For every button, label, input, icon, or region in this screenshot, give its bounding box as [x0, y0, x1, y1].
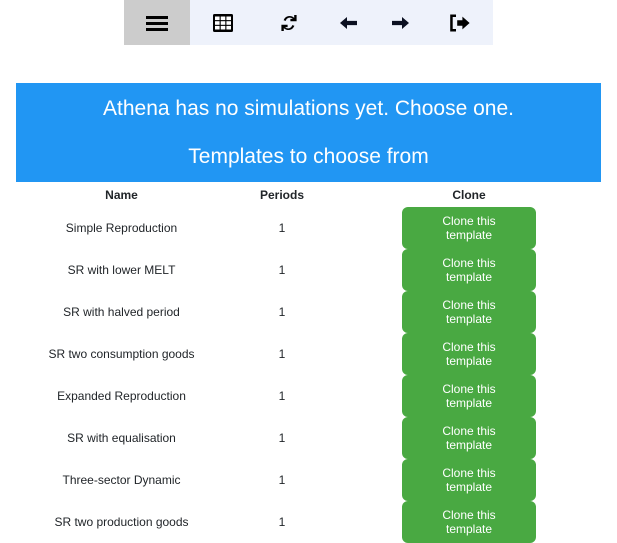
template-periods-cell: 1 [278, 431, 286, 445]
template-clone-cell: Clone this template [337, 249, 601, 291]
forward-button[interactable] [375, 0, 427, 45]
template-periods-cell: 1 [278, 263, 286, 277]
template-periods-cell: 1 [278, 515, 286, 529]
template-periods-cell: 1 [278, 305, 286, 319]
table-row: SR with halved period 1 Clone this templat… [16, 291, 601, 333]
template-name-cell: SR with halved period [63, 305, 180, 319]
template-periods-cell: 1 [278, 389, 286, 403]
table-head: Name Periods Clone [16, 182, 601, 207]
clone-template-button[interactable]: Clone this template [402, 249, 536, 291]
template-clone-cell: Clone this template [337, 333, 601, 375]
template-clone-cell: Clone this template [337, 501, 601, 543]
column-header-name: Name [105, 188, 138, 202]
template-name-cell: Simple Reproduction [65, 221, 178, 235]
column-header-clone: Clone [452, 188, 486, 202]
template-name-cell: Three-sector Dynamic [62, 473, 181, 487]
table-header-row: Name Periods Clone [16, 182, 601, 207]
template-periods-cell: 1 [278, 473, 286, 487]
refresh-button[interactable] [256, 0, 322, 45]
template-clone-cell: Clone this template [337, 291, 601, 333]
template-name-cell: Expanded Reproduction [57, 389, 186, 403]
back-button[interactable] [322, 0, 374, 45]
empty-state-banner: Athena has no simulations yet. Choose on… [16, 83, 601, 182]
table-row: SR with lower MELT 1 Clone this template [16, 249, 601, 291]
template-clone-cell: Clone this template [337, 207, 601, 249]
template-name-cell: SR two consumption goods [48, 347, 195, 361]
arrow-right-icon [390, 14, 412, 32]
logout-button[interactable] [427, 0, 493, 45]
template-clone-cell: Clone this template [337, 417, 601, 459]
template-name-cell: SR with equalisation [67, 431, 176, 445]
banner-headline: Athena has no simulations yet. Choose on… [103, 96, 514, 120]
grid-icon [212, 13, 234, 33]
clone-template-button[interactable]: Clone this template [402, 417, 536, 459]
table-row: Expanded Reproduction 1 Clone this templat… [16, 375, 601, 417]
templates-table: Name Periods Clone Simple Reproduction 1 C… [16, 182, 601, 543]
clone-template-button[interactable]: Clone this template [402, 459, 536, 501]
clone-template-button[interactable]: Clone this template [402, 291, 536, 333]
clone-template-button[interactable]: Clone this template [402, 501, 536, 543]
refresh-icon [277, 11, 301, 35]
template-periods-cell: 1 [278, 347, 286, 361]
grid-view-button[interactable] [190, 0, 256, 45]
table-body: Simple Reproduction 1 Clone this template S… [16, 207, 601, 543]
table-row: SR two consumption goods 1 Clone this temp… [16, 333, 601, 375]
column-header-periods: Periods [259, 188, 304, 202]
table-row: SR with equalisation 1 Clone this template [16, 417, 601, 459]
table-row: Three-sector Dynamic 1 Clone this template [16, 459, 601, 501]
arrow-left-icon [337, 14, 359, 32]
template-clone-cell: Clone this template [337, 459, 601, 501]
hamburger-icon [144, 13, 170, 33]
clone-template-button[interactable]: Clone this template [402, 207, 536, 249]
template-name-cell: SR two production goods [54, 515, 189, 529]
template-periods-cell: 1 [278, 221, 286, 235]
top-toolbar [124, 0, 493, 45]
hamburger-menu-button[interactable] [124, 0, 191, 45]
table-row: Simple Reproduction 1 Clone this template [16, 207, 601, 249]
table-row: SR two production goods 1 Clone this templ… [16, 501, 601, 543]
sign-out-icon [447, 12, 473, 34]
clone-template-button[interactable]: Clone this template [402, 375, 536, 417]
template-name-cell: SR with lower MELT [67, 263, 176, 277]
template-clone-cell: Clone this template [337, 375, 601, 417]
banner-subheadline: Templates to choose from [188, 144, 429, 168]
clone-template-button[interactable]: Clone this template [402, 333, 536, 375]
